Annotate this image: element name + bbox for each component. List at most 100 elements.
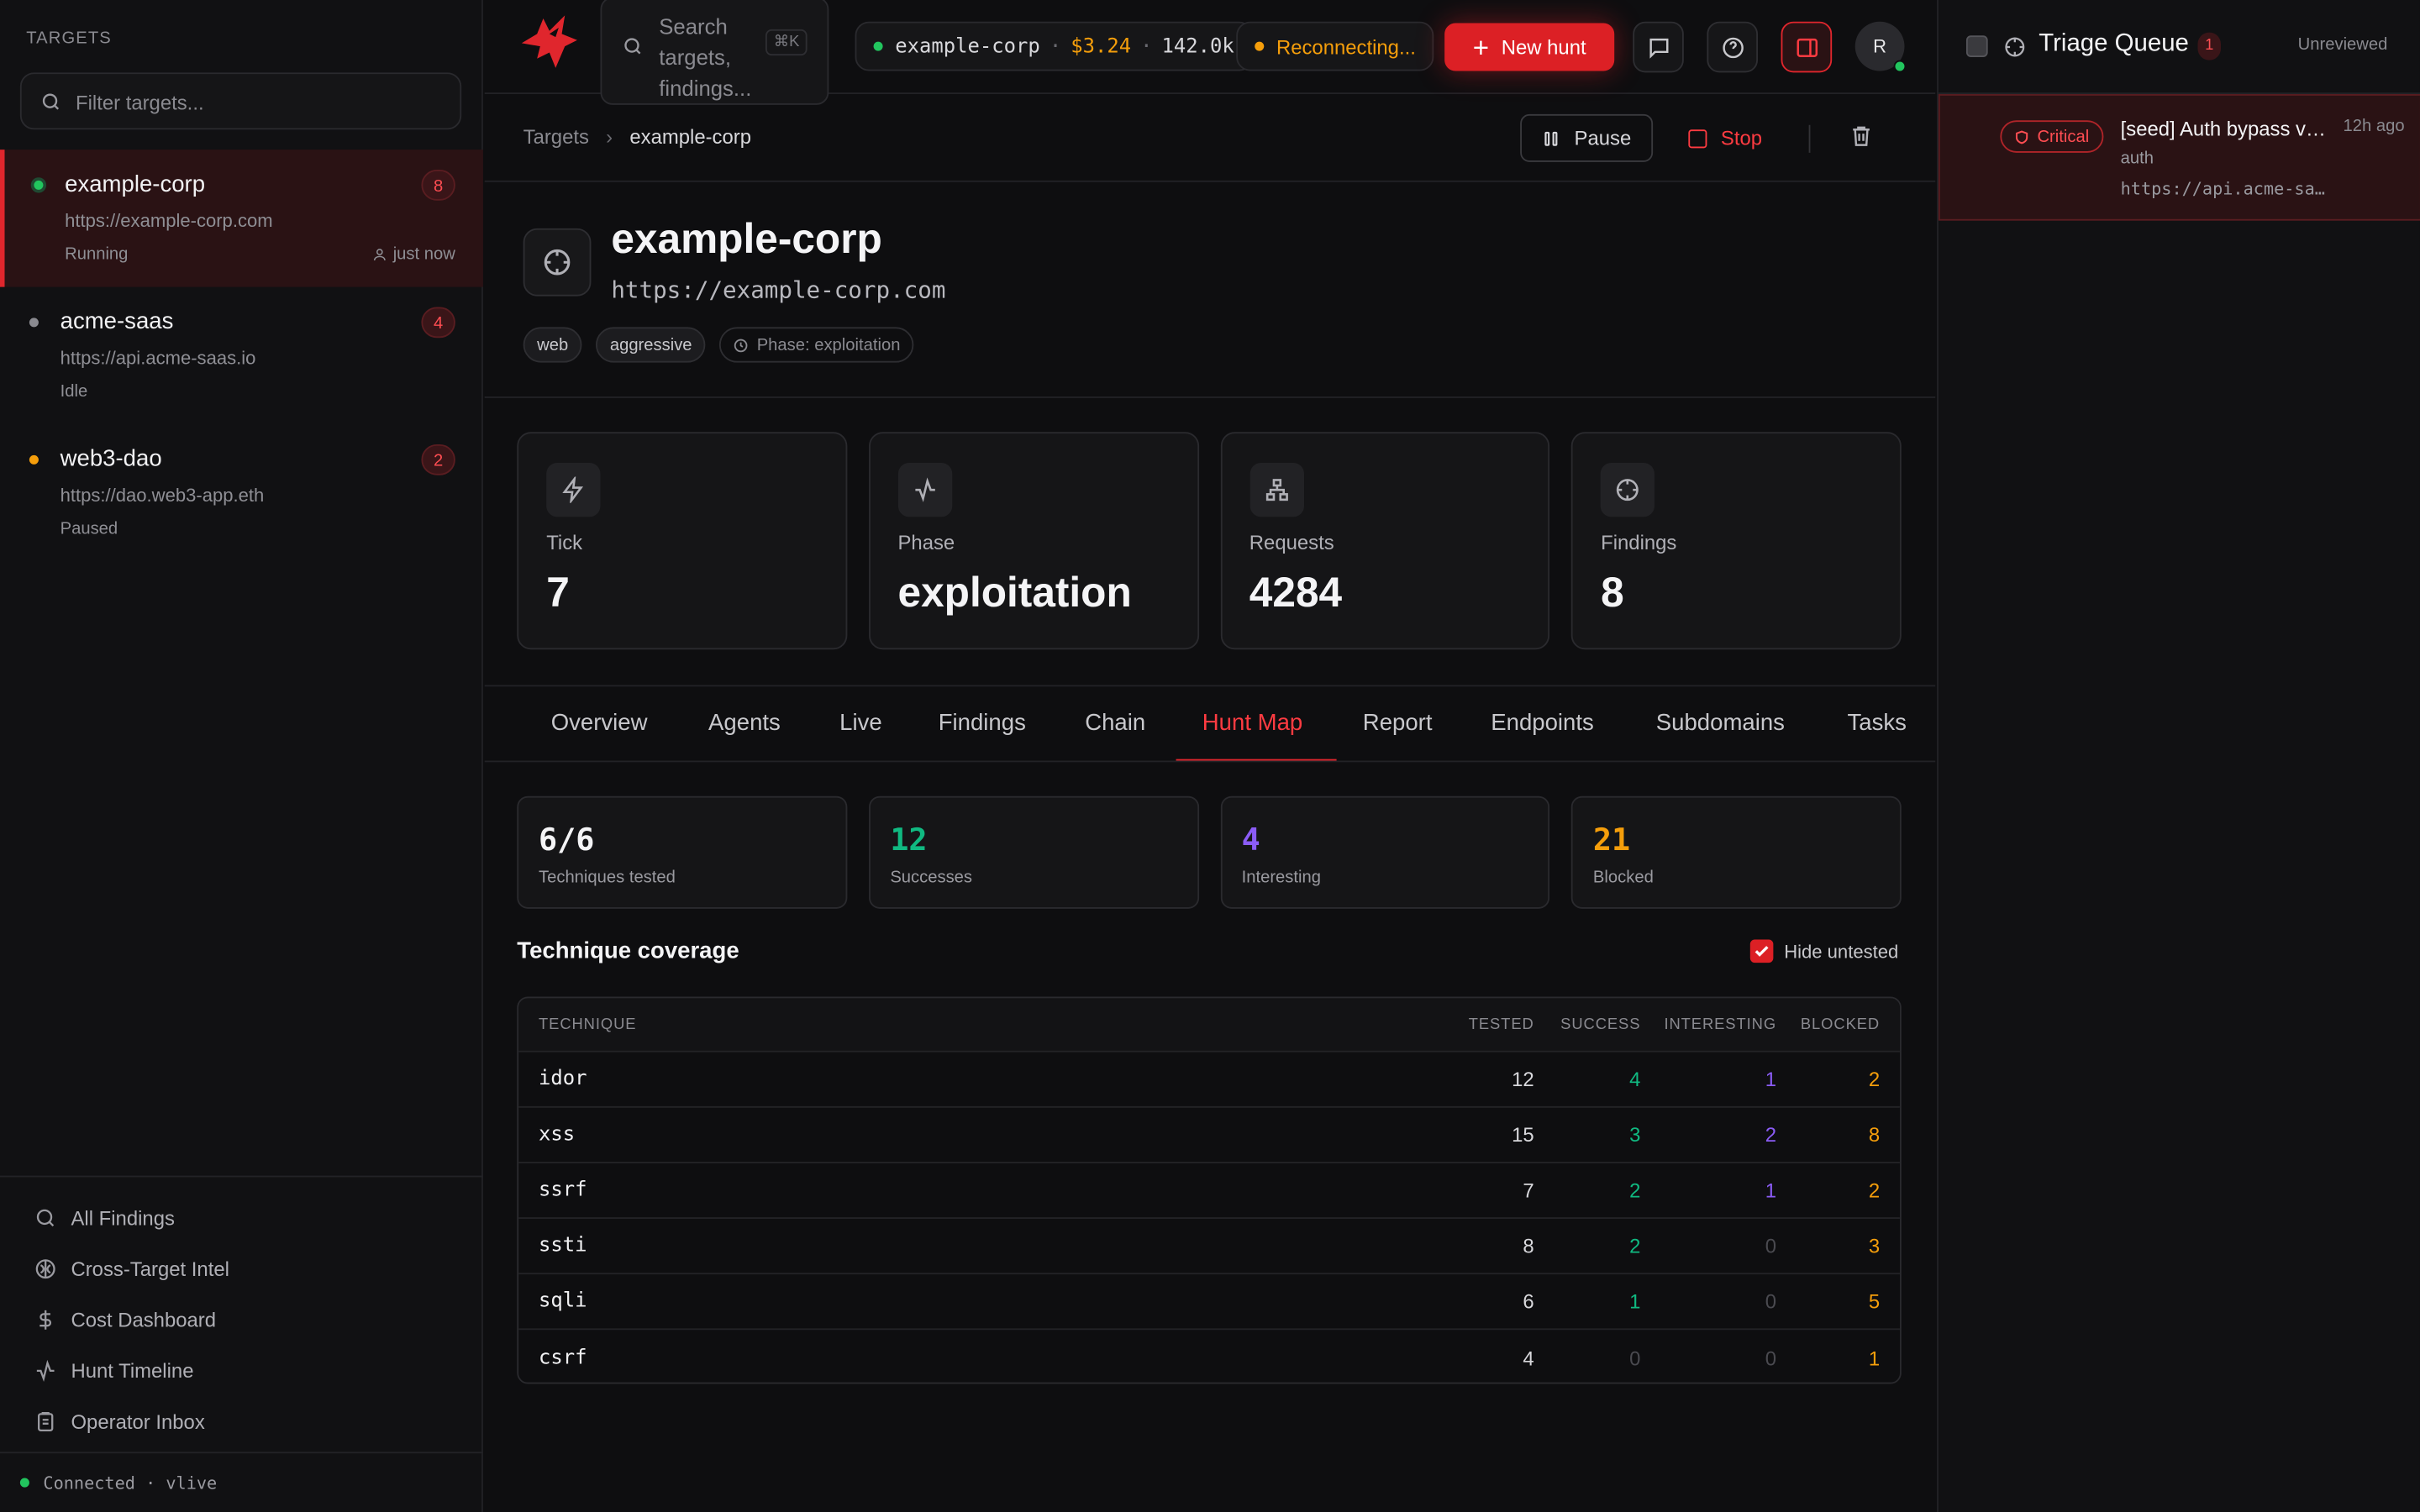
technique-cell: sqli xyxy=(539,1289,587,1314)
triage-filter[interactable]: Unreviewed xyxy=(2298,35,2388,54)
session-pill[interactable]: example-corp · $3.24 · 142.0k xyxy=(855,21,1253,71)
stat-card-requests: Requests 4284 xyxy=(1219,432,1550,650)
search-icon xyxy=(42,93,60,110)
tab-overview[interactable]: Overview xyxy=(551,710,648,736)
activity-icon xyxy=(914,477,935,502)
summary-label: Interesting xyxy=(1241,869,1321,888)
session-dot xyxy=(873,41,883,51)
tab-chain[interactable]: Chain xyxy=(1085,710,1145,736)
target-status: Paused xyxy=(60,519,118,539)
nav-hunt-timeline[interactable]: Hunt Timeline xyxy=(0,1346,483,1397)
breadcrumb-targets[interactable]: Targets xyxy=(523,125,589,149)
tab-report[interactable]: Report xyxy=(1363,710,1433,736)
nav-cost-dashboard[interactable]: Cost Dashboard xyxy=(0,1294,483,1346)
technique-cell: ssti xyxy=(539,1234,587,1257)
hide-untested-checkbox[interactable]: Hide untested xyxy=(1749,939,1898,963)
triage-item[interactable]: Critical [seed] Auth bypass via JWT 12h … xyxy=(1938,94,2420,221)
tab-tasks[interactable]: Tasks xyxy=(1848,710,1907,736)
blocked-cell: 8 xyxy=(1868,1123,1881,1147)
zap-icon xyxy=(562,476,584,503)
new-hunt-label: New hunt xyxy=(1501,35,1586,59)
nav-label: Cross-Target Intel xyxy=(71,1257,229,1281)
summary-value: 4 xyxy=(1241,821,1260,858)
target-item-web3-dao[interactable]: web3-dao https://dao.web3-app.eth Paused… xyxy=(0,424,483,561)
status-dot xyxy=(29,454,39,465)
breadcrumb-bar: Targets › example-corp Pause Stop xyxy=(484,94,1936,182)
target-time-label: just now xyxy=(392,245,455,265)
search-placeholder: Search targets, findings... xyxy=(659,13,752,101)
tested-cell: 4 xyxy=(1523,1346,1534,1370)
divider xyxy=(1808,124,1811,153)
summary-label: Successes xyxy=(890,869,973,888)
user-icon xyxy=(373,249,386,261)
message-icon xyxy=(1649,37,1668,58)
target-icon xyxy=(523,228,592,297)
target-filter-input[interactable] xyxy=(75,86,446,118)
pause-icon xyxy=(1544,130,1558,145)
blocked-cell: 5 xyxy=(1868,1289,1881,1314)
section-title: Technique coverage xyxy=(517,937,739,964)
finding-url: https://api.acme-saas.io/v1/login xyxy=(2120,179,2328,199)
nav-all-findings[interactable]: All Findings xyxy=(0,1193,483,1244)
target-url[interactable]: https://example-corp.com xyxy=(611,276,945,304)
global-search[interactable]: Search targets, findings... ⌘K xyxy=(600,0,829,105)
nav-label: All Findings xyxy=(71,1206,175,1230)
pause-button[interactable]: Pause xyxy=(1520,113,1654,162)
crosshair-icon xyxy=(1617,479,1639,501)
triage-header: Triage Queue 1 Unreviewed xyxy=(1938,0,2420,95)
nav-cross-target-intel[interactable]: Cross-Target Intel xyxy=(0,1243,483,1294)
tab-endpoints[interactable]: Endpoints xyxy=(1491,710,1594,736)
wolf-logo-icon[interactable] xyxy=(518,13,580,71)
col-blocked: BLOCKED xyxy=(1800,1016,1881,1033)
target-status: Running xyxy=(65,245,129,265)
success-cell: 2 xyxy=(1629,1234,1641,1257)
summary-label: Techniques tested xyxy=(539,869,676,888)
nav-operator-inbox[interactable]: Operator Inbox xyxy=(0,1396,483,1447)
target-item-example-corp[interactable]: example-corp https://example-corp.com Ru… xyxy=(0,150,483,287)
stat-icon-box xyxy=(897,463,952,517)
phase-tag-label: Phase: exploitation xyxy=(756,335,901,354)
pause-label: Pause xyxy=(1574,126,1632,150)
stat-icon-box xyxy=(546,463,601,517)
summary-successes: 12 Successes xyxy=(868,795,1199,909)
sidebar-nav: All Findings Cross-Target Intel Cost Das… xyxy=(0,1175,483,1447)
search-icon xyxy=(36,1209,55,1227)
finding-count-badge: 4 xyxy=(421,307,455,339)
checkbox-checked-icon[interactable] xyxy=(1749,939,1774,963)
col-interesting: INTERESTING xyxy=(1664,1016,1777,1033)
finding-count-badge: 8 xyxy=(421,170,455,201)
tested-cell: 15 xyxy=(1512,1123,1534,1147)
tab-hunt-map[interactable]: Hunt Map xyxy=(1202,710,1302,736)
breadcrumb: Targets › example-corp xyxy=(523,125,751,149)
target-tags: web aggressive Phase: exploitation xyxy=(523,327,914,363)
help-button[interactable] xyxy=(1707,21,1759,73)
trash-icon[interactable] xyxy=(1849,123,1873,148)
tab-subdomains[interactable]: Subdomains xyxy=(1656,710,1785,736)
tested-cell: 8 xyxy=(1523,1234,1534,1257)
avatar[interactable]: R xyxy=(1854,21,1907,73)
sidebar-title: TARGETS xyxy=(26,29,112,48)
interesting-cell: 0 xyxy=(1765,1289,1777,1314)
tab-agents[interactable]: Agents xyxy=(708,710,781,736)
top-bar: Search targets, findings... ⌘K example-c… xyxy=(484,0,1936,105)
tested-cell: 6 xyxy=(1523,1289,1534,1314)
table-row: csrf 4 0 0 1 xyxy=(518,1330,1900,1382)
technique-coverage-table: TECHNIQUE TESTED SUCCESS INTERESTING BLO… xyxy=(517,996,1902,1384)
avatar-initial: R xyxy=(1873,35,1887,57)
target-item-acme-saas[interactable]: acme-saas https://api.acme-saas.io Idle … xyxy=(0,287,483,424)
tab-findings[interactable]: Findings xyxy=(939,710,1026,736)
target-filter[interactable] xyxy=(19,72,462,130)
blocked-cell: 3 xyxy=(1868,1234,1881,1257)
tab-live[interactable]: Live xyxy=(839,710,882,736)
chat-button[interactable] xyxy=(1633,21,1684,73)
select-all-checkbox[interactable] xyxy=(1965,35,1988,57)
target-name: acme-saas xyxy=(60,308,174,335)
toggle-panel-button[interactable] xyxy=(1781,21,1833,73)
dollar-icon xyxy=(39,1310,51,1330)
active-tab-indicator xyxy=(1176,759,1337,761)
stat-label: Tick xyxy=(546,530,583,554)
stat-card-phase: Phase exploitation xyxy=(868,432,1199,650)
new-hunt-button[interactable]: + New hunt xyxy=(1444,23,1615,71)
stop-button[interactable]: Stop xyxy=(1688,114,1762,162)
session-cost: $3.24 xyxy=(1071,34,1132,58)
